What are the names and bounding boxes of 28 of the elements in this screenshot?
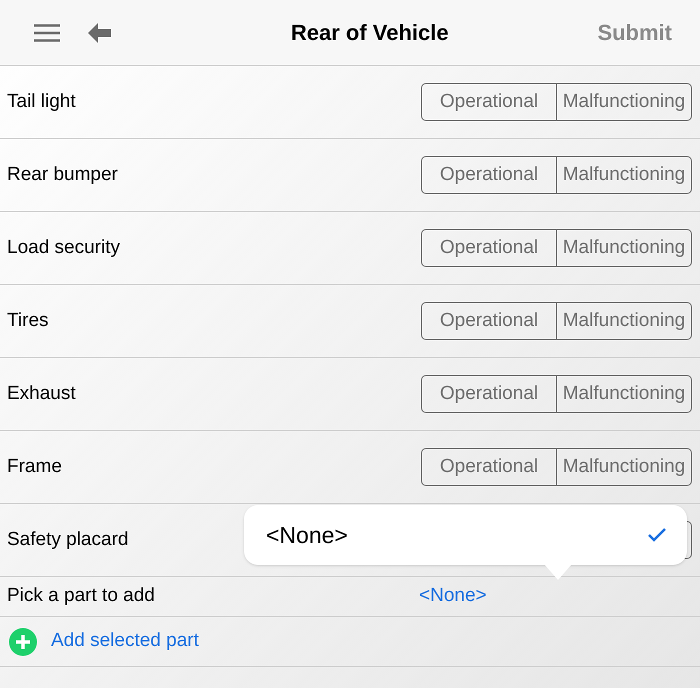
segment-option[interactable]: Operational — [422, 303, 557, 339]
segment-option[interactable]: Operational — [422, 376, 557, 412]
segment-option[interactable]: Malfunctioning — [557, 376, 691, 412]
segment-option[interactable]: Malfunctioning — [557, 230, 691, 266]
picker-value[interactable]: <None> — [419, 582, 487, 611]
page-title: Rear of Vehicle — [290, 19, 449, 47]
item-label: Load security — [7, 236, 120, 260]
checkmark-icon — [647, 527, 667, 543]
segment-option[interactable]: Operational — [422, 84, 557, 120]
item-label: Safety placard — [7, 528, 128, 552]
segment-option[interactable]: Operational — [422, 157, 557, 193]
segment-option[interactable]: Operational — [422, 449, 557, 485]
segment-option[interactable]: Malfunctioning — [557, 303, 691, 339]
item-label: Tail light — [7, 90, 76, 114]
segment-option[interactable]: Malfunctioning — [557, 84, 691, 120]
item-label: Frame — [7, 454, 62, 479]
segment-option[interactable]: Malfunctioning — [557, 449, 691, 485]
popover-option[interactable]: <None> — [244, 505, 687, 565]
item-label: Tires — [7, 308, 49, 333]
menu-icon[interactable] — [34, 24, 60, 42]
submit-button[interactable]: Submit — [597, 16, 672, 49]
segment-option[interactable]: Operational — [422, 230, 557, 266]
item-label: Rear bumper — [7, 162, 118, 187]
item-label: Exhaust — [7, 382, 76, 406]
back-arrow-icon[interactable] — [88, 22, 112, 42]
picker-label: Pick a part to add — [7, 584, 156, 608]
segment-option[interactable]: Malfunctioning — [557, 157, 691, 193]
add-part-link[interactable]: Add selected part — [51, 627, 199, 656]
